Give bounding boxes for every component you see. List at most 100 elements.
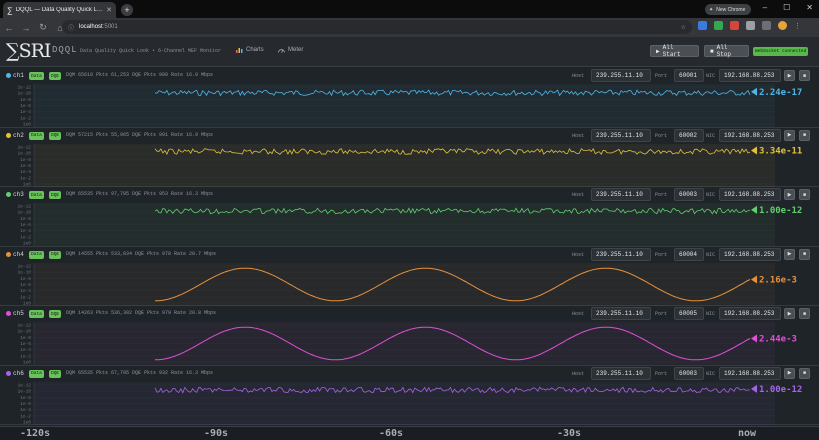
y-tick-label: 1e-12	[17, 382, 31, 388]
app-logo: ∑SRI	[6, 40, 51, 62]
nic-label: NIC	[706, 251, 716, 258]
websocket-status-badge: WebSocket connected	[753, 47, 809, 56]
host-input[interactable]: 239.255.11.10	[591, 247, 651, 261]
port-input[interactable]: 60003	[674, 366, 704, 380]
all-start-button[interactable]: ▶ All Start	[650, 44, 699, 58]
all-stop-label: All Stop	[716, 44, 732, 58]
current-value-label: 2.24e-17	[759, 88, 802, 98]
nic-label: NIC	[706, 311, 716, 317]
port-label: Port	[655, 251, 668, 258]
address-bar[interactable]: ⓘ localhost:5001 ☆	[62, 20, 692, 34]
back-icon[interactable]: ←	[4, 23, 14, 33]
dqe-badge: DQE	[49, 191, 62, 199]
port-input[interactable]: 60002	[674, 128, 704, 142]
channel-stop-button[interactable]: ■	[799, 189, 810, 200]
nic-input[interactable]: 192.168.88.253	[719, 307, 781, 320]
puzzle-icon[interactable]	[746, 21, 755, 30]
red-extension-icon[interactable]	[730, 21, 739, 30]
y-tick-label: 1e-12	[17, 85, 31, 91]
bar-chart-icon	[236, 48, 243, 53]
channel-stop-button[interactable]: ■	[799, 308, 810, 319]
y-tick-label: 1e-4	[20, 169, 31, 175]
forward-icon[interactable]: →	[21, 23, 31, 33]
new-tab-button[interactable]: +	[121, 4, 133, 16]
all-stop-button[interactable]: ■ All Stop	[704, 44, 749, 58]
channel-stats: DQM 65535 Pkts 67,795 DQE Pkts 932 Rate …	[66, 369, 214, 376]
nic-input[interactable]: 192.168.88.253	[719, 69, 781, 82]
nic-label: NIC	[706, 192, 716, 198]
data-badge: Data	[29, 310, 44, 318]
host-input[interactable]: 239.255.11.10	[591, 69, 651, 82]
y-tick-label: 1e-12	[17, 144, 31, 150]
channel-plot: 1e-121e-101e-81e-61e-41e-21e0 3.34e-11	[17, 143, 802, 187]
shield-extension-icon[interactable]	[714, 21, 723, 30]
kebab-menu-icon[interactable]: ⋮	[794, 22, 801, 30]
channel-stop-button[interactable]: ■	[799, 367, 810, 379]
channel-header: ch3 Data DQE DQM 65535 Pkts 97,795 DQE Pkts…	[0, 187, 819, 203]
reload-icon[interactable]: ↻	[38, 22, 48, 33]
channel-color-dot	[6, 132, 11, 138]
nic-input[interactable]: 192.168.88.253	[719, 128, 781, 142]
channel-id: ch5	[13, 310, 24, 317]
channel-row-ch2: ch2 Data DQE DQM 57215 Pkts 55,965 DQE Pkts…	[0, 127, 819, 187]
host-input[interactable]: 239.255.11.10	[591, 366, 651, 380]
channel-stop-button[interactable]: ■	[799, 248, 810, 260]
stop-icon: ■	[710, 47, 714, 55]
y-tick-label: 1e-6	[20, 103, 31, 109]
bookmark-star-icon[interactable]: ☆	[681, 24, 686, 31]
channel-start-button[interactable]: ▶	[784, 308, 795, 319]
channel-start-button[interactable]: ▶	[784, 189, 795, 200]
extension-icon[interactable]	[698, 21, 707, 30]
avatar[interactable]	[778, 21, 787, 30]
channel-start-button[interactable]: ▶	[784, 129, 795, 141]
port-input[interactable]: 60005	[674, 307, 704, 320]
channel-stop-button[interactable]: ■	[799, 70, 810, 81]
nic-input[interactable]: 192.168.88.253	[719, 366, 781, 380]
host-input[interactable]: 239.255.11.10	[591, 188, 651, 201]
nav-meter[interactable]: Meter	[278, 47, 303, 53]
close-tab-icon[interactable]: ✕	[106, 6, 112, 14]
host-label: Host	[572, 370, 585, 377]
port-input[interactable]: 60001	[674, 69, 704, 82]
channel-start-button[interactable]: ▶	[784, 248, 795, 260]
channel-start-button[interactable]: ▶	[784, 367, 795, 379]
split-view-icon[interactable]	[762, 21, 771, 30]
host-label: Host	[572, 73, 585, 79]
host-input[interactable]: 239.255.11.10	[591, 128, 651, 142]
channel-plot: 1e-121e-101e-81e-61e-41e-21e0 2.16e-3	[17, 262, 797, 306]
close-window-icon[interactable]: ✕	[806, 3, 813, 12]
browser-tab[interactable]: ∑ DQQL — Data Quality Quick Lo... ✕	[3, 2, 116, 18]
site-info-icon[interactable]: ⓘ	[68, 23, 74, 32]
nav-charts[interactable]: Charts	[236, 47, 264, 53]
channel-id: ch1	[13, 72, 24, 79]
play-icon: ▶	[656, 47, 660, 55]
nic-label: NIC	[706, 132, 716, 139]
channel-color-dot	[6, 192, 11, 197]
extensions-area: ⋮	[698, 21, 801, 30]
channel-stats: DQM 14555 Pkts 533,834 DQE Pkts 978 Rate…	[66, 250, 217, 257]
browser-toolbar: ← → ↻ ⌂ ⓘ localhost:5001 ☆ ⋮	[0, 18, 819, 37]
app-name: DQQL	[52, 45, 78, 55]
dqe-badge: DQE	[49, 72, 62, 80]
port-label: Port	[655, 73, 668, 79]
channel-stats: DQM 57215 Pkts 55,965 DQE Pkts 991 Rate …	[66, 131, 214, 138]
time-axis: -120s -90s -60s -30s now	[0, 426, 819, 440]
channel-color-dot	[6, 311, 11, 316]
port-input[interactable]: 60003	[674, 188, 704, 201]
channel-header: ch4 Data DQE DQM 14555 Pkts 533,834 DQE Pkt…	[0, 247, 819, 263]
y-tick-label: 1e0	[23, 181, 31, 187]
y-tick-label: 1e-10	[17, 388, 31, 394]
nic-input[interactable]: 192.168.88.253	[719, 188, 781, 201]
channel-header: ch1 Data DQE DQM 65618 Pkts 61,253 DQE Pkts…	[0, 68, 819, 84]
channel-stop-button[interactable]: ■	[799, 129, 810, 141]
host-input[interactable]: 239.255.11.10	[591, 307, 651, 320]
nic-input[interactable]: 192.168.88.253	[719, 247, 781, 261]
y-tick-label: 1e-8	[20, 156, 31, 162]
minimize-icon[interactable]: –	[763, 3, 767, 12]
y-tick-label: 1e-6	[20, 222, 31, 228]
channel-row-ch5: ch5 Data DQE DQM 14263 Pkts 536,302 DQE Pkt…	[0, 306, 819, 366]
maximize-icon[interactable]: ☐	[783, 3, 790, 12]
channel-start-button[interactable]: ▶	[784, 70, 795, 81]
profile-pill[interactable]: ✦ New Chrome	[705, 4, 751, 15]
port-input[interactable]: 60004	[674, 247, 704, 261]
